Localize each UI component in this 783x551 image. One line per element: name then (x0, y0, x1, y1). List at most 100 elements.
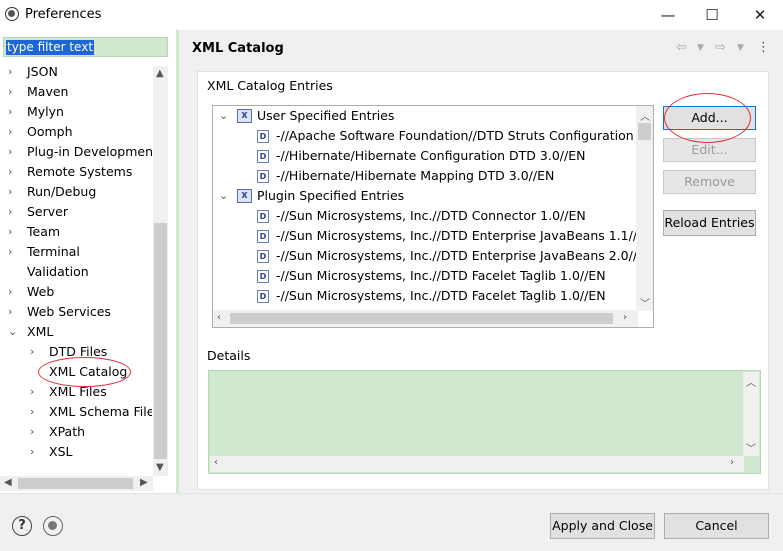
catalog-icon: X (237, 189, 252, 203)
sidebar-item-label: JSON (27, 64, 58, 79)
dtd-file-icon: D (257, 250, 269, 263)
scroll-up-icon[interactable]: ▲ (156, 68, 164, 79)
chevron-right-icon[interactable]: › (8, 62, 12, 82)
forward-icon[interactable]: ⇨ (715, 40, 726, 55)
forward-menu-chevron-icon[interactable]: ▼ (737, 43, 744, 53)
maximize-button[interactable]: ☐ (689, 0, 735, 30)
chevron-right-icon[interactable]: › (8, 162, 12, 182)
chevron-right-icon[interactable]: › (30, 402, 34, 422)
chevron-right-icon[interactable]: › (8, 122, 12, 142)
details-vertical-scrollbar[interactable]: ︿ ﹀ (743, 372, 759, 456)
chevron-right-icon[interactable]: › (8, 142, 12, 162)
sidebar-item-label: Plug-in Development (27, 144, 152, 159)
window-title: Preferences (25, 7, 102, 22)
scroll-left-icon[interactable]: ‹ (217, 312, 221, 323)
list-vertical-scrollbar[interactable]: ︿ ﹀ (636, 106, 653, 311)
chevron-right-icon[interactable]: › (30, 382, 34, 402)
chevron-right-icon[interactable]: › (30, 342, 34, 362)
scroll-thumb[interactable] (154, 223, 167, 459)
scroll-thumb[interactable] (230, 313, 613, 324)
scroll-left-icon[interactable]: ◀ (4, 477, 12, 488)
sidebar-item-label: XML Files (49, 384, 107, 399)
reload-entries-button[interactable]: Reload Entries (663, 210, 756, 236)
view-menu-icon[interactable]: ⋮ (757, 40, 770, 55)
scroll-up-icon[interactable]: ︿ (746, 374, 756, 389)
scroll-thumb[interactable] (18, 478, 133, 489)
list-horizontal-scrollbar[interactable]: ‹ › (213, 310, 638, 327)
sidebar-vertical-scrollbar[interactable]: ▲ ▼ (153, 66, 168, 476)
chevron-right-icon[interactable]: › (8, 242, 12, 262)
scroll-up-icon[interactable]: ︿ (640, 108, 650, 123)
sidebar-item-label: DTD Files (49, 344, 108, 359)
sidebar-item-label: XML (27, 324, 54, 339)
chevron-down-icon[interactable]: ⌄ (219, 186, 228, 206)
close-button[interactable]: ✕ (737, 0, 783, 30)
chevron-right-icon[interactable]: › (8, 202, 12, 222)
chevron-down-icon[interactable]: ⌄ (8, 322, 17, 342)
sidebar-item-label: Oomph (27, 124, 73, 139)
chevron-right-icon[interactable]: › (8, 182, 12, 202)
dtd-file-icon: D (257, 150, 269, 163)
chevron-right-icon[interactable]: › (8, 102, 12, 122)
dialog-footer: ? Apply and Close Cancel (0, 493, 783, 551)
dtd-file-icon: D (257, 270, 269, 283)
remove-button[interactable]: Remove (663, 170, 756, 194)
scroll-down-icon[interactable]: ▼ (156, 462, 164, 473)
sash-divider[interactable] (176, 30, 179, 493)
sidebar-horizontal-scrollbar[interactable]: ◀ ▶ (0, 476, 153, 491)
sidebar-item-label: Remote Systems (27, 164, 133, 179)
scroll-right-icon[interactable]: › (730, 457, 734, 468)
chevron-right-icon[interactable]: › (8, 82, 12, 102)
details-horizontal-scrollbar[interactable]: ‹ › (210, 456, 744, 472)
dtd-file-icon: D (257, 230, 269, 243)
filter-text: type filter text (6, 40, 95, 55)
sidebar-item-label: Mylyn (27, 104, 64, 119)
sidebar-item-label: Web Services (27, 304, 111, 319)
sidebar-item-label: Server (27, 204, 68, 219)
cancel-button[interactable]: Cancel (664, 513, 769, 539)
scroll-down-icon[interactable]: ﹀ (746, 440, 756, 455)
catalog-entry-label: -//Sun Microsystems, Inc.//DTD Enterpris… (276, 228, 654, 243)
sidebar-item-label: Run/Debug (27, 184, 97, 199)
back-icon[interactable]: ⇦ (676, 40, 687, 55)
sidebar-item-label: Validation (27, 264, 89, 279)
scroll-down-icon[interactable]: ﹀ (640, 295, 650, 310)
catalog-group-label: User Specified Entries (257, 108, 395, 123)
sidebar-item-label: Web (27, 284, 55, 299)
details-label: Details (207, 348, 251, 363)
catalog-group-label: Plugin Specified Entries (257, 188, 405, 203)
page-header: XML Catalog ⇦ ▼ ⇨ ▼ ⋮ (179, 30, 783, 68)
help-icon[interactable]: ? (12, 516, 32, 536)
minimize-button[interactable]: — (645, 0, 691, 30)
catalog-entries-tree[interactable]: ⌄ X Plugin Specified Entries ⌄ X User Specifi… (212, 105, 654, 328)
apply-and-close-button[interactable]: Apply and Close (550, 513, 655, 539)
dtd-file-icon: D (257, 210, 269, 223)
edit-button[interactable]: Edit... (663, 138, 756, 162)
scroll-thumb[interactable] (638, 123, 651, 140)
chevron-right-icon[interactable]: › (8, 282, 12, 302)
record-macro-icon[interactable] (43, 516, 63, 536)
back-menu-chevron-icon[interactable]: ▼ (697, 43, 704, 53)
chevron-right-icon[interactable]: › (30, 422, 34, 442)
dtd-file-icon: D (257, 130, 269, 143)
filter-input[interactable]: type filter text (3, 37, 168, 57)
catalog-entries-label: XML Catalog Entries (207, 78, 333, 93)
chevron-down-icon[interactable]: ⌄ (219, 106, 228, 126)
sidebar-item-label: Maven (27, 84, 69, 99)
preferences-sidebar: type filter text › JSON › Maven › Mylyn › Oomph… (0, 30, 179, 493)
sidebar-item-label: XML Catalog (49, 364, 128, 379)
dtd-file-icon: D (257, 170, 269, 183)
dtd-file-icon: D (257, 290, 269, 303)
scroll-right-icon[interactable]: › (623, 312, 627, 323)
preference-tree: › JSON › Maven › Mylyn › Oomph › Plug-in Developm… (0, 62, 152, 472)
catalog-content: XML Catalog Entries ⌄ X Plugin Specified E… (197, 71, 769, 490)
add-button[interactable]: Add... (663, 106, 756, 130)
scroll-right-icon[interactable]: ▶ (140, 477, 148, 488)
chevron-right-icon[interactable]: › (8, 222, 12, 242)
chevron-right-icon[interactable]: › (30, 442, 34, 462)
sidebar-item-label: Team (27, 224, 61, 239)
scroll-left-icon[interactable]: ‹ (214, 457, 218, 468)
catalog-entry-label: -//Sun Microsystems, Inc.//DTD Facelet T… (276, 288, 606, 303)
chevron-right-icon[interactable]: › (8, 302, 12, 322)
details-area[interactable]: ︿ ﹀ ‹ › (208, 370, 761, 474)
